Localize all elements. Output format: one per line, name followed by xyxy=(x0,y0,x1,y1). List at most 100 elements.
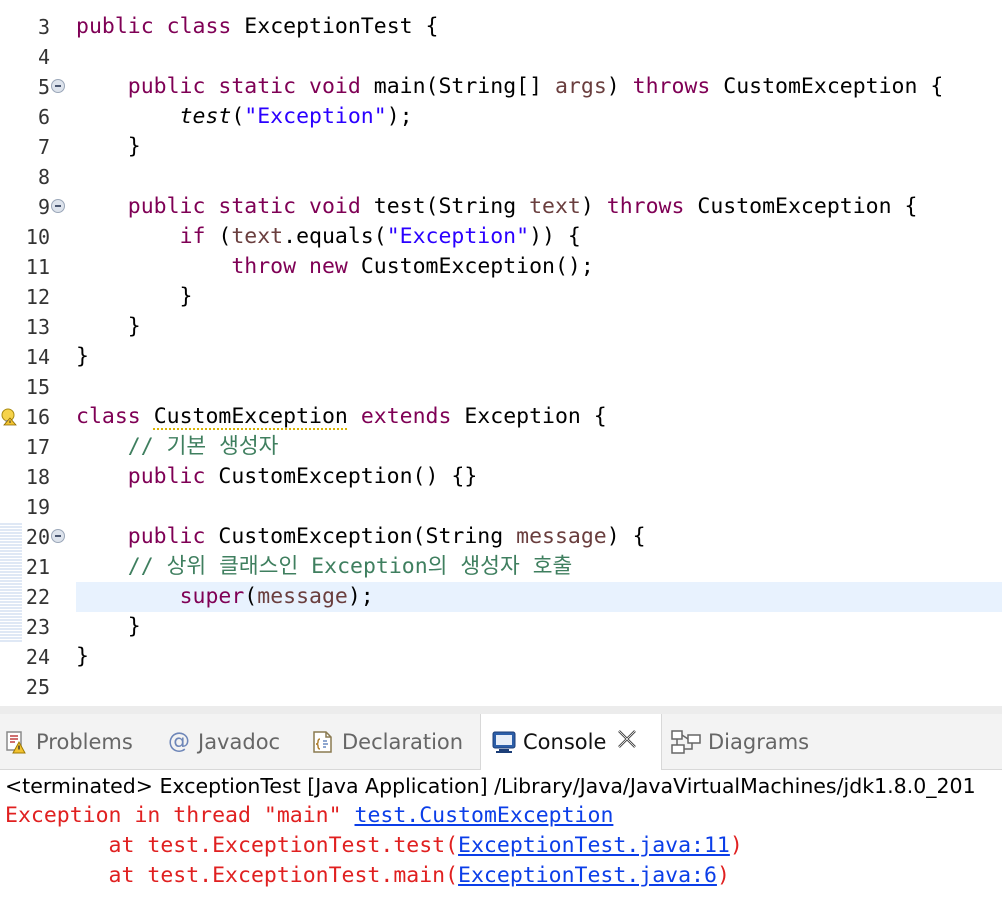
code-text: } xyxy=(76,642,1002,672)
declaration-icon xyxy=(310,729,336,755)
line-number: 18 xyxy=(25,465,50,489)
code-token: } xyxy=(76,314,141,339)
code-editor[interactable]: 3 public class ExceptionTest {4 5 public s… xyxy=(0,0,1002,706)
line-number: 23 xyxy=(25,615,50,639)
close-icon[interactable] xyxy=(616,728,638,756)
line-number: 19 xyxy=(25,495,50,519)
code-token: message xyxy=(257,584,348,609)
code-token: } xyxy=(76,134,141,159)
tab-declaration[interactable]: Declaration xyxy=(310,714,463,770)
line-number: 17 xyxy=(25,435,50,459)
line-number: 5 xyxy=(37,75,50,99)
console-error-line: Exception in thread "main" test.CustomEx… xyxy=(5,803,614,828)
code-line[interactable]: 12 } xyxy=(0,282,1002,312)
tab-javadoc[interactable]: @ Javadoc xyxy=(166,714,280,770)
tab-problems[interactable]: Problems xyxy=(4,714,133,770)
source-location-link[interactable]: ExceptionTest.java:11 xyxy=(458,833,730,858)
code-text: } xyxy=(76,312,1002,342)
code-token: ExceptionTest { xyxy=(231,14,439,39)
code-token: throws xyxy=(632,74,711,99)
code-text: super(message); xyxy=(76,582,1002,612)
exception-class-link[interactable]: test.CustomException xyxy=(355,803,614,828)
code-line[interactable]: 6 test("Exception"); xyxy=(0,102,1002,132)
warning-lightbulb-icon[interactable] xyxy=(0,408,18,426)
console-output[interactable]: <terminated> ExceptionTest [Java Applica… xyxy=(0,770,1002,916)
code-line[interactable]: 3 public class ExceptionTest { xyxy=(0,12,1002,42)
code-text: public static void main(String[] args) t… xyxy=(76,72,1002,102)
tab-diagrams[interactable]: Diagrams xyxy=(670,714,809,770)
code-token: ); xyxy=(347,584,374,609)
code-token: Exception { xyxy=(451,404,607,429)
code-line[interactable]: 21 // 상위 클래스인 Exception의 생성자 호출 xyxy=(0,552,1002,582)
collapse-icon[interactable] xyxy=(51,529,65,543)
line-number: 11 xyxy=(25,255,50,279)
code-token: public xyxy=(127,464,206,489)
code-line[interactable]: 17 // 기본 생성자 xyxy=(0,432,1002,462)
line-number: 9 xyxy=(37,195,50,219)
code-token: static xyxy=(218,194,297,219)
line-number: 14 xyxy=(25,345,50,369)
code-token: )) { xyxy=(529,224,581,249)
code-line[interactable]: 22 super(message); xyxy=(0,582,1002,612)
code-line[interactable]: 14} xyxy=(0,342,1002,372)
code-token: ) xyxy=(606,74,633,99)
code-token: ( xyxy=(231,104,245,129)
code-token: extends xyxy=(360,404,452,429)
code-token: } xyxy=(76,284,193,309)
stack-trace-line: at test.ExceptionTest.main(ExceptionTest… xyxy=(5,863,730,888)
code-text: // 기본 생성자 xyxy=(76,432,1002,462)
code-line[interactable]: 11 throw new CustomException(); xyxy=(0,252,1002,282)
code-line[interactable]: 18 public CustomException() {} xyxy=(0,462,1002,492)
code-line[interactable]: 7 } xyxy=(0,132,1002,162)
line-number: 21 xyxy=(25,555,50,579)
code-token: public xyxy=(127,524,206,549)
code-line[interactable]: 15 xyxy=(0,372,1002,402)
code-token: text xyxy=(529,194,581,219)
code-line[interactable]: 25 xyxy=(0,672,1002,702)
tab-label: Diagrams xyxy=(708,730,810,754)
code-line[interactable]: 20 public CustomException(String message… xyxy=(0,522,1002,552)
line-number: 8 xyxy=(37,165,50,189)
collapse-icon[interactable] xyxy=(51,79,65,93)
code-token: class xyxy=(76,404,141,429)
code-line[interactable]: 19 xyxy=(0,492,1002,522)
source-location-link[interactable]: ExceptionTest.java:6 xyxy=(458,863,717,888)
code-token: } xyxy=(76,344,89,369)
code-token: ) { xyxy=(606,524,646,549)
code-line[interactable]: 16 class CustomException extends Exceptio… xyxy=(0,402,1002,432)
code-token: main(String[] xyxy=(360,74,555,99)
code-token: } xyxy=(76,644,89,669)
code-line[interactable]: 4 xyxy=(0,42,1002,72)
line-number: 22 xyxy=(25,585,50,609)
code-token: throws xyxy=(606,194,685,219)
code-line[interactable]: 24} xyxy=(0,642,1002,672)
tab-console[interactable]: Console xyxy=(480,714,662,770)
code-token: ( xyxy=(244,584,258,609)
code-text: class CustomException extends Exception … xyxy=(76,402,1002,432)
code-line[interactable]: 9 public static void test(String text) t… xyxy=(0,192,1002,222)
code-token: void xyxy=(309,74,361,99)
code-line[interactable]: 10 if (text.equals("Exception")) { xyxy=(0,222,1002,252)
code-line[interactable]: 5 public static void main(String[] args)… xyxy=(0,72,1002,102)
line-number: 20 xyxy=(25,525,50,549)
code-text: if (text.equals("Exception")) { xyxy=(76,222,1002,252)
code-line[interactable]: 23 } xyxy=(0,612,1002,642)
code-line[interactable]: 13 } xyxy=(0,312,1002,342)
code-token: .equals( xyxy=(283,224,387,249)
code-token: ( xyxy=(205,224,232,249)
code-line[interactable]: 8 xyxy=(0,162,1002,192)
code-token: class xyxy=(166,14,232,39)
collapse-icon[interactable] xyxy=(51,199,65,213)
panel-divider[interactable] xyxy=(0,706,1002,714)
